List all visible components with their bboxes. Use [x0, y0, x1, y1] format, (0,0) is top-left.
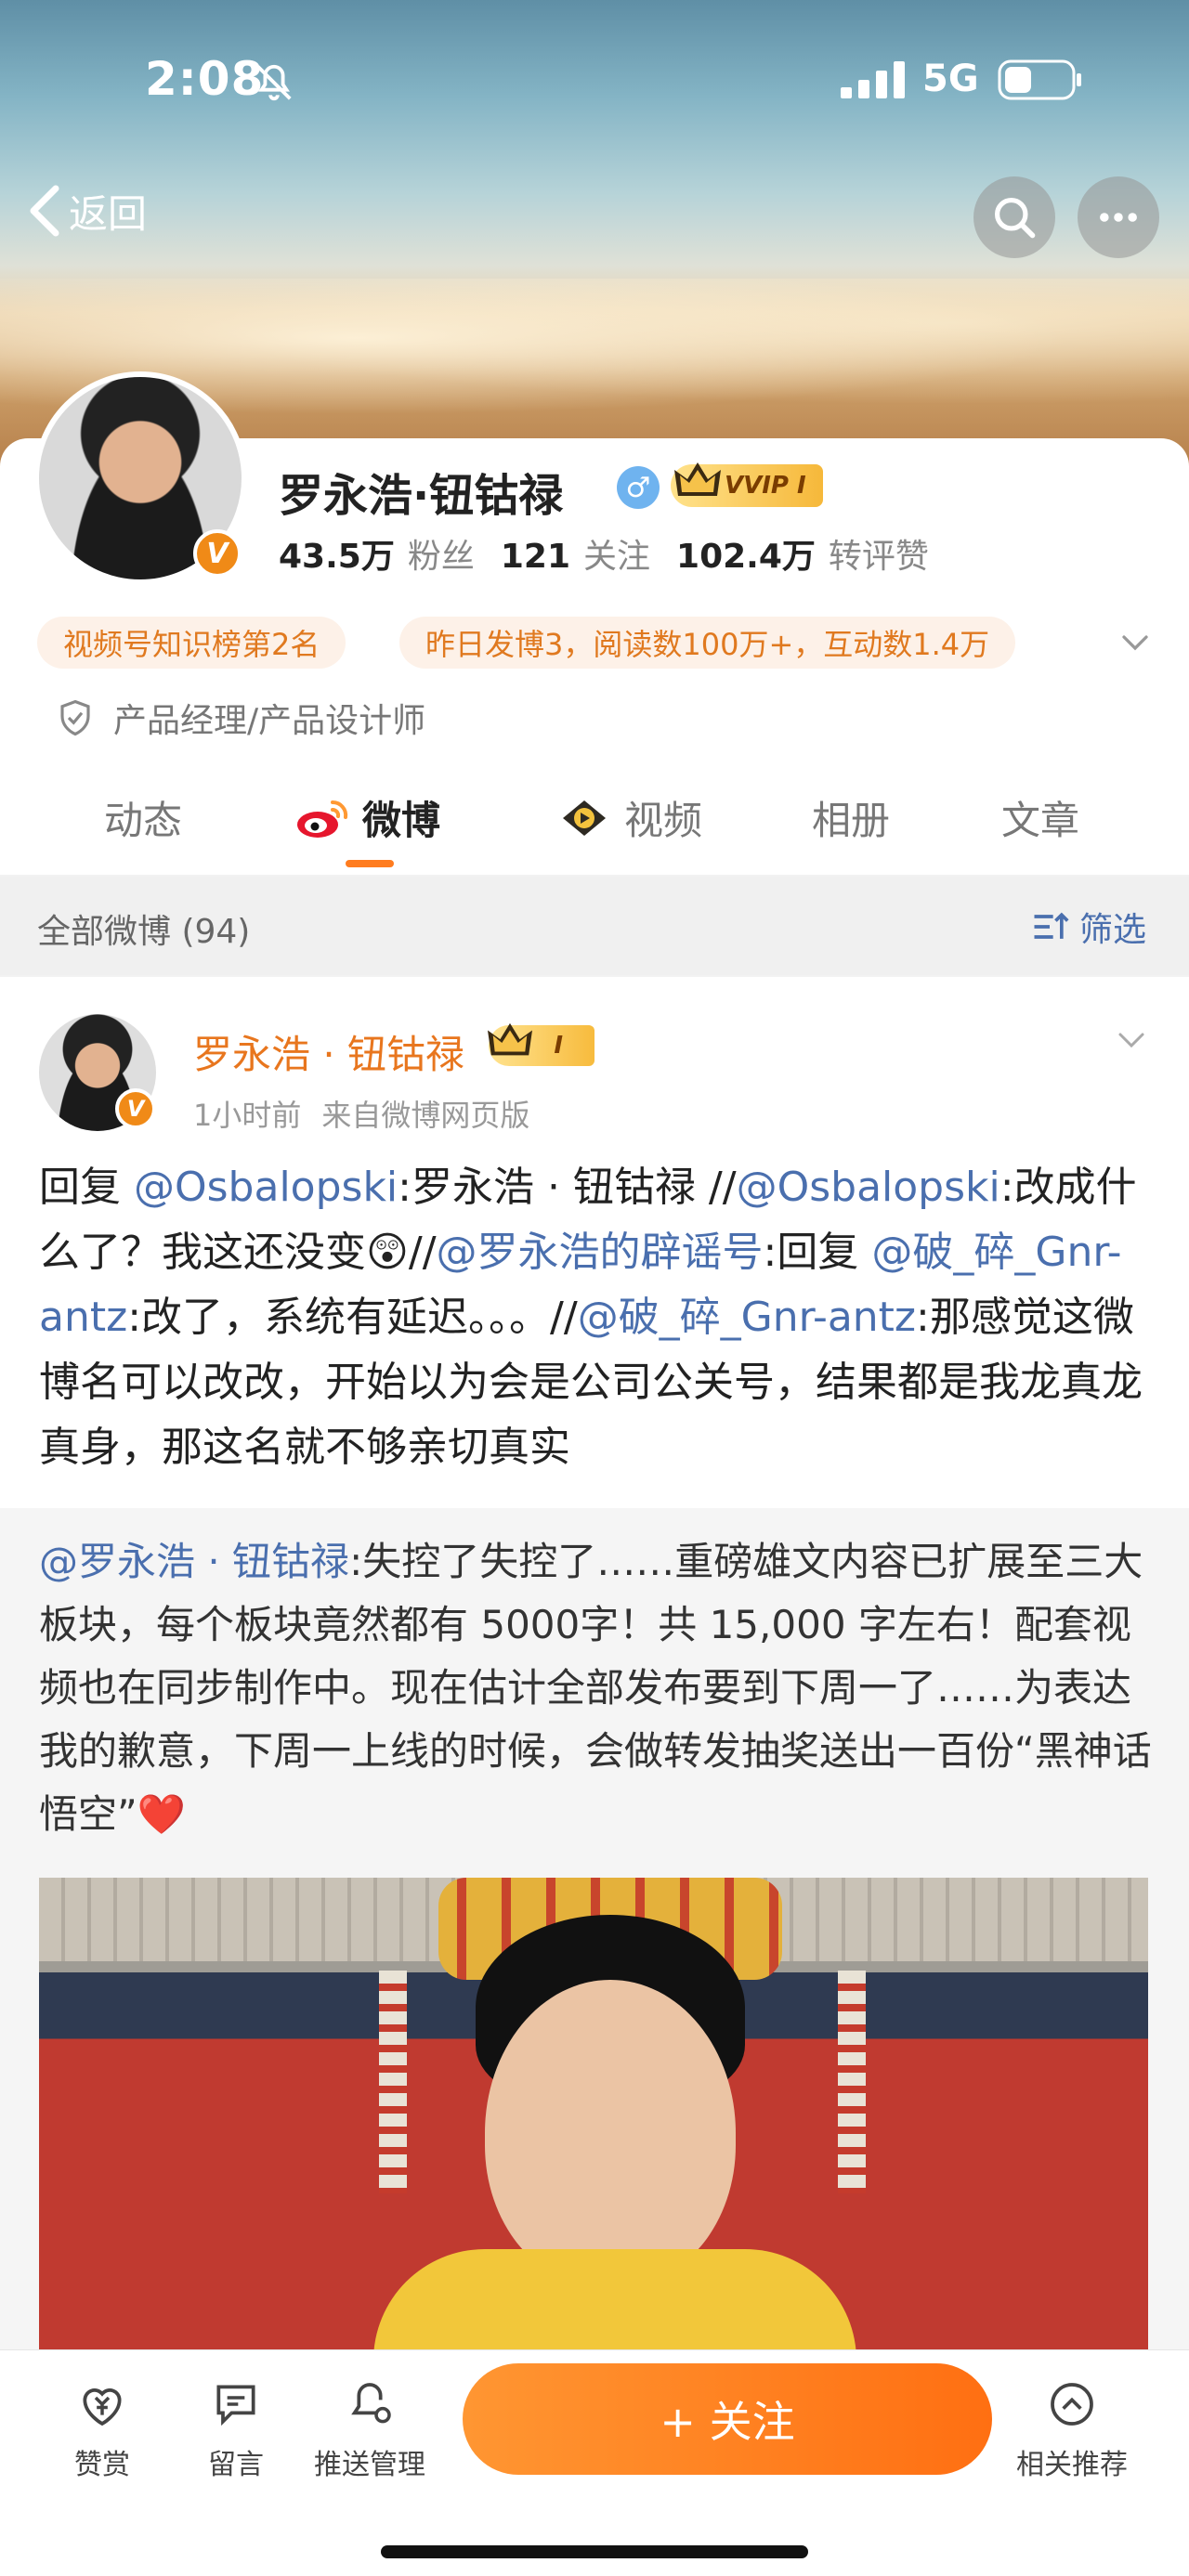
bottom-toolbar: 赞赏 留言 推送管理 + 关注 相关推荐: [0, 2349, 1189, 2576]
weibo-post: V 罗永浩 · 钮钴禄 I 1小时前 来自微博网页版 回复 @Osbalopski…: [0, 977, 1189, 2351]
tab-dynamic[interactable]: 动态: [104, 789, 182, 846]
chevron-down-icon[interactable]: [1115, 1023, 1148, 1057]
filter-bar: 全部微博 (94) 筛选: [0, 877, 1189, 975]
post-body: 回复 @Osbalopski:罗永浩 · 钮钴禄 //@Osbalopski :改…: [39, 1155, 1150, 1480]
signal-icon: [841, 61, 905, 98]
network-type: 5G: [922, 58, 979, 100]
post-text-segment: :罗永浩 · 钮钴禄 //: [398, 1164, 737, 1211]
tab-label: 相册: [812, 798, 891, 843]
post-text-segment: :改了，系统有延迟。。。//: [127, 1294, 578, 1341]
vip-badge[interactable]: VVIP I: [671, 462, 823, 507]
status-bar: 2:08 5G: [0, 52, 1189, 108]
post-time: 1小时前: [193, 1098, 302, 1133]
post-text-segment: 回复: [39, 1164, 134, 1211]
verified-icon: V: [193, 529, 242, 578]
post-source: 来自微博网页版: [321, 1098, 530, 1133]
reward-button[interactable]: 赞赏: [46, 2378, 158, 2482]
top-nav: 返回: [0, 176, 1189, 258]
mention-link[interactable]: @Osbalopski: [134, 1164, 398, 1211]
stat-following[interactable]: 121 关注: [501, 529, 650, 578]
mention-link[interactable]: @Osbalopski: [737, 1164, 1000, 1211]
weibo-logo-icon: [297, 800, 348, 838]
reward-icon: [83, 2388, 122, 2426]
all-posts-count[interactable]: 全部微博 (94): [37, 904, 250, 953]
male-icon: ♂: [617, 466, 660, 509]
post-text-segment: :回复: [763, 1229, 872, 1276]
reward-label: 赞赏: [74, 2449, 130, 2481]
occupation-text: 产品经理/产品设计师: [113, 702, 426, 740]
occupation-row: 产品经理/产品设计师: [56, 695, 425, 741]
stat-likes[interactable]: 102.4万 转评赞: [676, 529, 929, 578]
stat-fans[interactable]: 43.5万 粉丝: [279, 529, 475, 578]
search-icon: [994, 197, 1036, 239]
crown-icon: [674, 462, 721, 496]
chevron-down-icon[interactable]: [1118, 626, 1152, 659]
tab-article[interactable]: 文章: [1001, 789, 1079, 846]
stat-label: 转评赞: [828, 538, 929, 576]
tab-label: 动态: [104, 798, 183, 843]
ranking-tag[interactable]: 视频号知识榜第2名: [37, 617, 346, 669]
message-label: 留言: [208, 2449, 264, 2481]
repost-mention[interactable]: @罗永浩 · 钮钴禄: [39, 1539, 349, 1584]
profile-tabs: 动态 微博 视频 相册 文章: [0, 771, 1189, 1562]
message-button[interactable]: 留言: [180, 2378, 292, 2482]
tab-label: 微博: [362, 798, 441, 843]
silent-bell-icon: [256, 64, 292, 101]
vip-label: VVIP I: [725, 472, 806, 500]
mention-link[interactable]: @破_碎_Gnr-antz: [578, 1294, 916, 1341]
battery-icon: [998, 59, 1081, 100]
bell-settings-icon: [351, 2383, 391, 2424]
push-settings-label: 推送管理: [314, 2449, 425, 2481]
post-level: I: [554, 1032, 563, 1060]
tab-label: 文章: [1001, 798, 1080, 843]
filter-label: 筛选: [1078, 911, 1146, 949]
back-button[interactable]: 返回: [26, 180, 147, 241]
heart-emoji: ❤️: [137, 1791, 187, 1837]
stat-label: 粉丝: [407, 538, 475, 576]
mention-link[interactable]: @罗永浩的辟谣号: [437, 1229, 764, 1276]
stat-value: 102.4万: [676, 538, 816, 576]
follow-label: + 关注: [660, 2397, 795, 2447]
search-button[interactable]: [973, 176, 1055, 258]
tab-album[interactable]: 相册: [812, 789, 890, 846]
stat-value: 121: [500, 538, 570, 576]
filter-icon: [1034, 912, 1069, 939]
post-meta: 1小时前 来自微博网页版: [193, 1092, 529, 1135]
stat-label: 关注: [583, 538, 651, 576]
home-indicator: [381, 2545, 808, 2558]
post-vip-badge[interactable]: I: [488, 1022, 594, 1066]
stat-value: 43.5万: [279, 538, 395, 576]
active-tab-indicator: [346, 860, 394, 867]
profile-name: 罗永浩·钮钴禄: [279, 470, 564, 522]
back-label: 返回: [69, 190, 148, 237]
more-button[interactable]: [1078, 176, 1159, 258]
verified-icon: V: [115, 1088, 156, 1129]
filter-button[interactable]: 筛选: [1029, 903, 1146, 951]
related-label: 相关推荐: [1016, 2449, 1128, 2481]
profile-page: 2:08 5G 返回 V 罗永浩·钮钴禄 ♂ VVIP I 43.5万 粉丝 12…: [0, 0, 1189, 2576]
related-button[interactable]: 相关推荐: [1016, 2378, 1128, 2482]
repost-image[interactable]: [39, 1878, 1148, 2351]
chevron-left-icon: [30, 185, 59, 237]
video-icon: [563, 800, 606, 836]
post-author[interactable]: 罗永浩 · 钮钴禄: [193, 1023, 464, 1080]
crown-icon: [488, 1022, 532, 1056]
repost-body: @罗永浩 · 钮钴禄:失控了失控了……重磅雄文内容已扩展至三大板块，每个板块竟然…: [39, 1530, 1154, 1846]
repost-box[interactable]: @罗永浩 · 钮钴禄:失控了失控了……重磅雄文内容已扩展至三大板块，每个板块竟然…: [0, 1508, 1189, 2351]
tab-label: 视频: [624, 798, 703, 843]
tab-video[interactable]: 视频: [557, 789, 702, 846]
activity-tag[interactable]: 昨日发博3，阅读数100万+，互动数1.4万: [399, 617, 1016, 669]
related-icon: [1051, 2383, 1093, 2426]
status-time: 2:08: [145, 52, 265, 106]
more-icon: [1100, 213, 1137, 222]
push-settings-button[interactable]: 推送管理: [314, 2378, 425, 2482]
follow-button[interactable]: + 关注: [463, 2363, 992, 2475]
tab-weibo[interactable]: 微博: [295, 789, 440, 846]
comment-icon: [216, 2385, 255, 2426]
shield-icon: [60, 699, 90, 736]
profile-stats: 43.5万 粉丝 121 关注 102.4万 转评赞: [279, 529, 929, 578]
